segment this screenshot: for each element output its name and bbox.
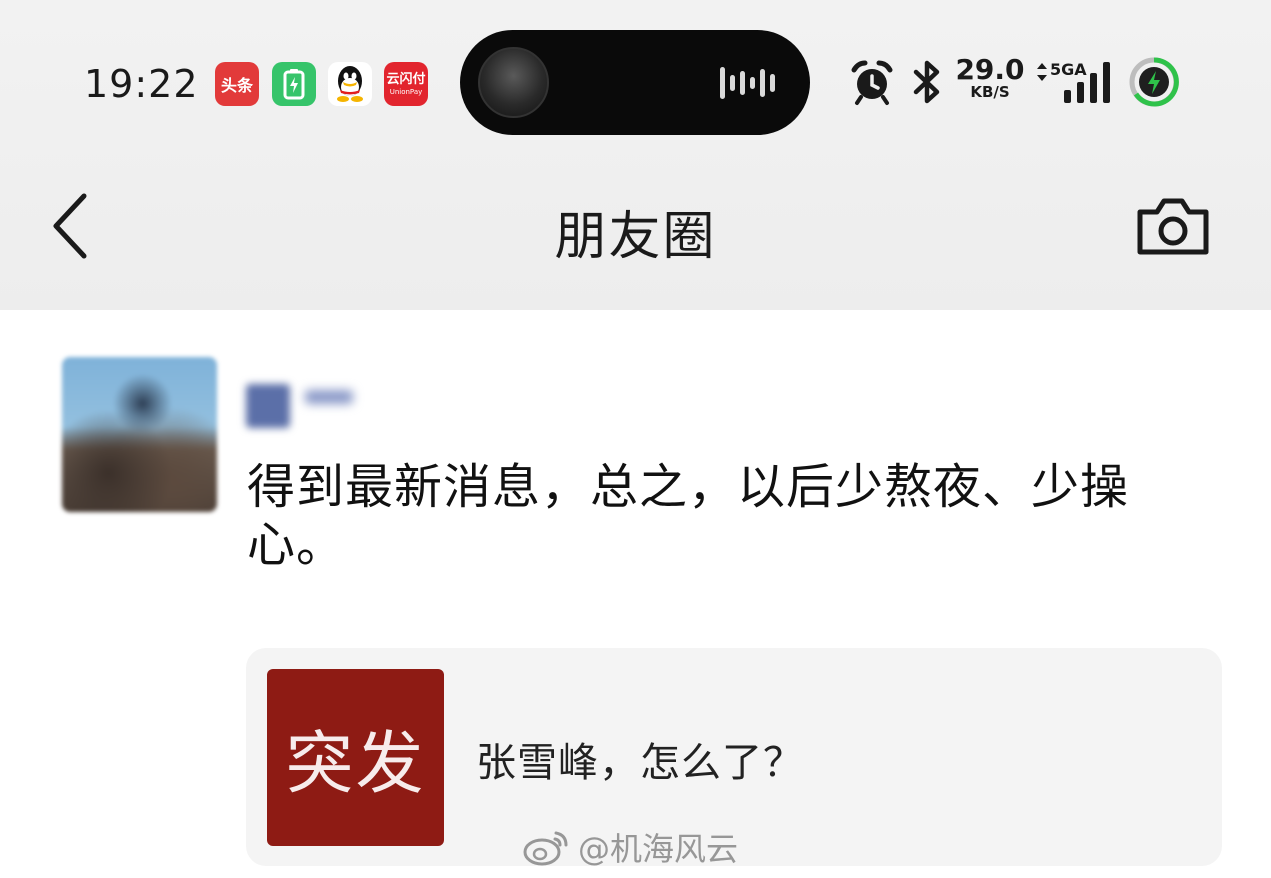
weibo-logo-icon xyxy=(523,831,568,866)
status-time: 19:22 xyxy=(84,62,199,106)
dynamic-island[interactable] xyxy=(460,30,810,135)
unionpay-label: 云闪付 xyxy=(386,72,426,87)
signal-icon xyxy=(1064,62,1110,103)
unionpay-icon: 云闪付 UnionPay xyxy=(384,62,428,106)
username-blur-block xyxy=(246,384,290,428)
toutiao-icon: 头条 xyxy=(215,62,259,106)
post-text: 得到最新消息，总之，以后少熬夜、少操心。 xyxy=(247,459,1130,573)
island-album-art xyxy=(478,47,549,118)
battery-charging-icon xyxy=(1129,57,1179,107)
net-speed: 29.0 KB/S xyxy=(954,53,1026,101)
toutiao-label: 头条 xyxy=(220,76,253,95)
data-arrows-icon xyxy=(1037,63,1047,81)
audio-wave-icon xyxy=(720,67,775,99)
camera-icon[interactable] xyxy=(1135,196,1211,258)
username-blurred[interactable] xyxy=(243,372,363,432)
shared-link-title: 张雪峰，怎么了？ xyxy=(476,740,804,786)
net-speed-unit: KB/S xyxy=(970,83,1010,101)
battery-app-icon xyxy=(272,62,316,106)
alarm-icon xyxy=(851,60,893,105)
username-blur-block xyxy=(305,390,353,404)
page-title: 朋友圈 xyxy=(554,207,717,267)
watermark: @机海风云 xyxy=(522,825,738,869)
unionpay-sublabel: UnionPay xyxy=(389,88,423,96)
net-speed-value: 29.0 xyxy=(955,53,1025,86)
shared-link-thumbnail: 突发 xyxy=(267,669,444,846)
watermark-text: @机海风云 xyxy=(578,830,739,868)
bluetooth-icon xyxy=(913,60,940,104)
avatar[interactable] xyxy=(62,357,217,512)
qq-icon xyxy=(328,62,372,106)
